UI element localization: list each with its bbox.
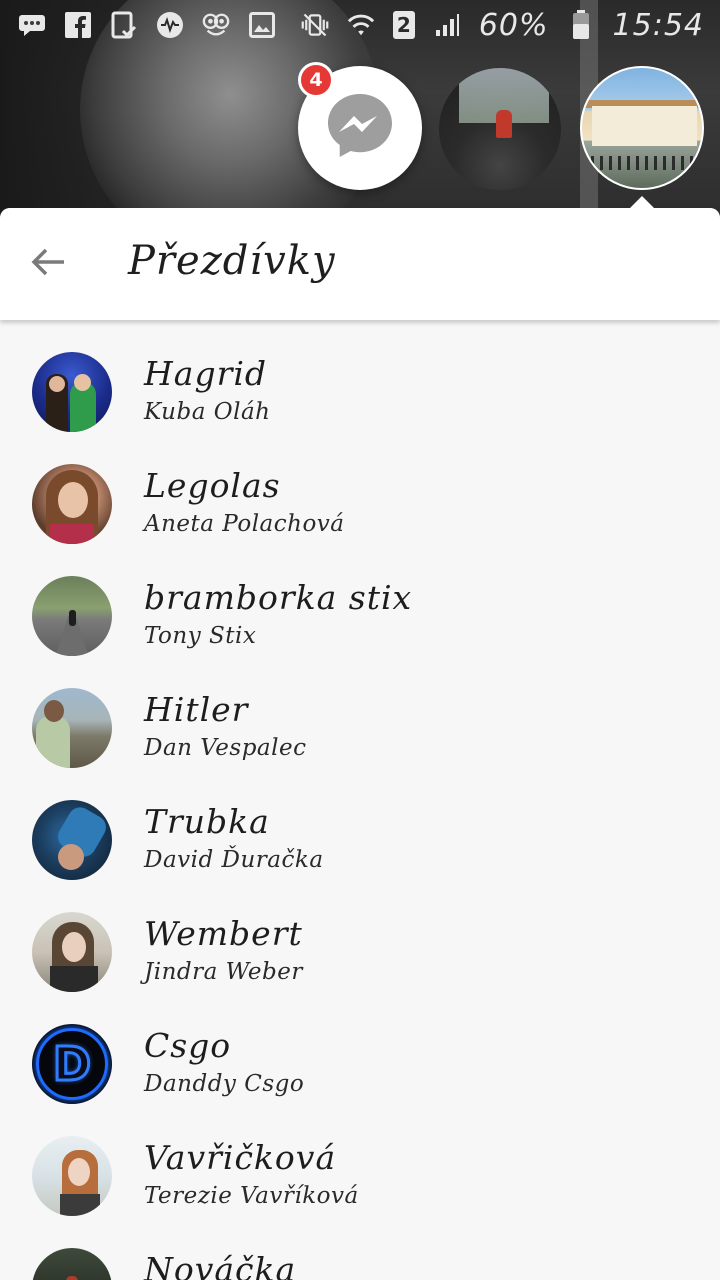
avatar bbox=[32, 464, 112, 544]
list-item[interactable]: bramborka stix Tony Stix bbox=[0, 560, 720, 672]
list-item[interactable]: Wembert Jindra Weber bbox=[0, 896, 720, 1008]
gallery-icon bbox=[248, 11, 276, 39]
nickname: Nováčka bbox=[144, 1250, 297, 1280]
battery-percent: 60% bbox=[478, 7, 549, 43]
vibrate-icon bbox=[301, 11, 329, 39]
notification-icons bbox=[18, 11, 276, 39]
list-item[interactable]: Trubka David Ďuračka bbox=[0, 784, 720, 896]
nickname: Hagrid bbox=[144, 354, 268, 393]
photo-figure bbox=[496, 110, 512, 138]
photo-building bbox=[592, 106, 697, 146]
clipboard-check-icon bbox=[110, 11, 138, 39]
photo-fence bbox=[582, 156, 702, 170]
full-name: Dan Vespalec bbox=[144, 735, 307, 761]
full-name: Jindra Weber bbox=[144, 959, 303, 985]
full-name: Danddy Csgo bbox=[144, 1071, 305, 1097]
avatar bbox=[32, 1136, 112, 1216]
page-title: Přezdívky bbox=[128, 238, 336, 284]
sim-icon: 2 bbox=[392, 11, 415, 39]
list-item[interactable]: Legolas Aneta Polachová bbox=[0, 448, 720, 560]
nickname: Csgo bbox=[144, 1026, 232, 1065]
avatar bbox=[32, 576, 112, 656]
facebook-icon bbox=[64, 11, 92, 39]
avatar bbox=[32, 800, 112, 880]
battery-icon bbox=[567, 10, 595, 39]
nickname: Wembert bbox=[144, 914, 303, 953]
messenger-icon bbox=[324, 90, 396, 166]
list-item[interactable]: Hitler Dan Vespalec bbox=[0, 672, 720, 784]
unread-count-badge: 4 bbox=[298, 62, 334, 98]
nickname: Vavřičková bbox=[144, 1138, 337, 1177]
avatar bbox=[32, 1248, 112, 1280]
nicknames-panel: Přezdívky Hagrid Kuba Oláh Legolas Aneta… bbox=[0, 208, 720, 1280]
status-bar: 2 60% 15:54 bbox=[0, 0, 720, 50]
avatar bbox=[32, 352, 112, 432]
wifi-icon bbox=[347, 11, 375, 39]
list-item[interactable]: Vavřičková Terezie Vavříková bbox=[0, 1120, 720, 1232]
signal-icon bbox=[433, 11, 461, 39]
full-name: Aneta Polachová bbox=[144, 511, 345, 537]
owl-icon bbox=[202, 11, 230, 39]
system-icons: 2 60% 15:54 bbox=[301, 8, 704, 43]
nickname: Trubka bbox=[144, 802, 270, 841]
full-name: Kuba Oláh bbox=[144, 399, 271, 425]
full-name: David Ďuračka bbox=[144, 847, 324, 873]
nickname: Hitler bbox=[144, 690, 249, 729]
list-item[interactable]: Hagrid Kuba Oláh bbox=[0, 336, 720, 448]
avatar bbox=[32, 688, 112, 768]
full-name: Tony Stix bbox=[144, 623, 257, 649]
nickname: bramborka stix bbox=[144, 578, 413, 617]
nickname: Legolas bbox=[144, 466, 281, 505]
audio-wave-icon bbox=[156, 11, 184, 39]
panel-header: Přezdívky bbox=[0, 208, 720, 320]
list-item[interactable]: D Csgo Danddy Csgo bbox=[0, 1008, 720, 1120]
chat-head-photo[interactable] bbox=[439, 68, 561, 190]
clock: 15:54 bbox=[612, 7, 704, 43]
list-item[interactable]: Nováčka bbox=[0, 1232, 720, 1280]
messages-icon bbox=[18, 11, 46, 39]
avatar: D bbox=[32, 1024, 112, 1104]
avatar bbox=[32, 912, 112, 992]
back-button[interactable] bbox=[20, 236, 76, 292]
chat-head-building-photo[interactable] bbox=[580, 66, 704, 190]
arrow-left-icon bbox=[30, 247, 66, 281]
full-name: Terezie Vavříková bbox=[144, 1183, 359, 1209]
